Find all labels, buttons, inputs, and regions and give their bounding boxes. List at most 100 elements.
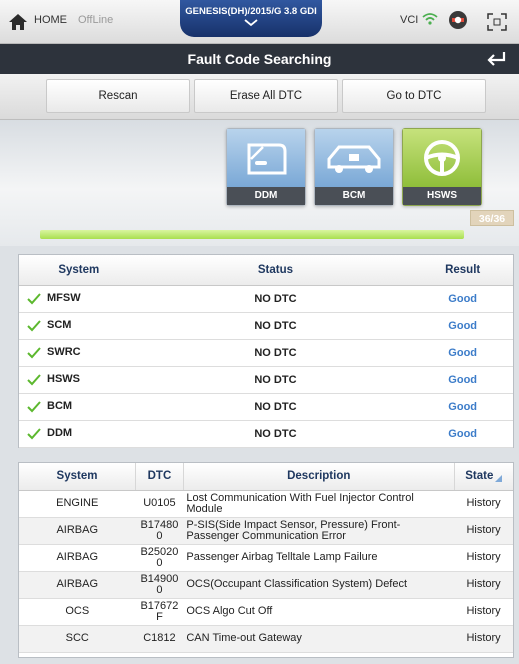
system-row[interactable]: SCM NO DTC Good bbox=[19, 312, 513, 340]
result-cell: Good bbox=[412, 393, 513, 421]
vehicle-name: GENESIS(DH)/2015/G 3.8 GDI bbox=[185, 6, 317, 17]
scan-progress-bar bbox=[40, 230, 464, 239]
dtc-row[interactable]: AIRBAG B174800 P-SIS(Side Impact Sensor, P… bbox=[19, 517, 513, 545]
system-tile-bcm[interactable]: BCM bbox=[314, 128, 394, 206]
connection-status: OffLine bbox=[78, 14, 114, 26]
sort-icon bbox=[495, 475, 503, 483]
dtc-description-cell: OCS Algo Cut Off bbox=[183, 598, 455, 626]
column-header-result[interactable]: Result bbox=[412, 255, 513, 286]
fullscreen-icon[interactable] bbox=[486, 12, 508, 32]
column-header-system[interactable]: System bbox=[19, 255, 139, 286]
dtc-code-cell: U0105 bbox=[135, 490, 184, 518]
system-name: SCM bbox=[47, 319, 72, 332]
system-tile-label: HSWS bbox=[403, 187, 481, 205]
system-cell: SCM bbox=[19, 312, 139, 340]
dtc-system-cell: AIRBAG bbox=[19, 571, 136, 599]
dtc-code-cell: B17672F bbox=[135, 598, 184, 626]
dtc-row[interactable]: ENGINE U0105 Lost Communication With Fuel … bbox=[19, 490, 513, 518]
dtc-row[interactable]: SCC C1812 CAN Time-out Gateway History bbox=[19, 625, 513, 653]
system-status-panel: System Status Result MFSW NO DTC Good SCM NO… bbox=[18, 254, 514, 448]
dtc-row[interactable]: OCS B17672F OCS Algo Cut Off History bbox=[19, 598, 513, 626]
system-tile-hsws[interactable]: HSWS bbox=[402, 128, 482, 206]
system-name: SWRC bbox=[47, 346, 81, 359]
dtc-row[interactable]: AIRBAG B149000 OCS(Occupant Classification… bbox=[19, 571, 513, 599]
result-cell: Good bbox=[412, 285, 513, 313]
system-row[interactable]: SWRC NO DTC Good bbox=[19, 339, 513, 367]
dtc-list-panel: System DTC Description State ENGINE U0105… bbox=[18, 462, 514, 658]
system-icon-strip: DDM BCM HSWS 36/36 bbox=[0, 120, 519, 246]
system-cell: MFSW bbox=[19, 285, 139, 313]
go-to-dtc-button[interactable]: Go to DTC bbox=[342, 79, 486, 113]
system-tile-label: BCM bbox=[315, 187, 393, 205]
vehicle-selector[interactable]: GENESIS(DH)/2015/G 3.8 GDI bbox=[180, 0, 322, 37]
column-header-state[interactable]: State bbox=[454, 463, 513, 491]
check-icon bbox=[27, 292, 41, 305]
dtc-state-cell: History bbox=[454, 544, 513, 572]
vci-device-icon[interactable] bbox=[447, 9, 469, 31]
dtc-state-cell: History bbox=[454, 598, 513, 626]
steering-wheel-icon bbox=[424, 140, 460, 176]
system-table-header: System Status Result bbox=[19, 255, 513, 286]
system-tile-ddm[interactable]: DDM bbox=[226, 128, 306, 206]
check-icon bbox=[27, 319, 41, 332]
chevron-down-icon bbox=[244, 19, 258, 27]
check-icon bbox=[27, 427, 41, 440]
dtc-state-cell: History bbox=[454, 571, 513, 599]
back-arrow-icon[interactable] bbox=[482, 48, 512, 70]
column-header-dtc[interactable]: DTC bbox=[135, 463, 184, 491]
column-header-description[interactable]: Description bbox=[183, 463, 455, 491]
system-cell: SWRC bbox=[19, 339, 139, 367]
dtc-table-header: System DTC Description State bbox=[19, 463, 513, 491]
status-cell: NO DTC bbox=[138, 339, 413, 367]
result-cell: Good bbox=[412, 366, 513, 394]
check-icon bbox=[27, 346, 41, 359]
scan-progress-fill bbox=[40, 230, 464, 239]
system-name: DDM bbox=[47, 427, 73, 440]
home-label[interactable]: HOME bbox=[34, 14, 67, 26]
dtc-system-cell: AIRBAG bbox=[19, 544, 136, 572]
wifi-icon bbox=[422, 13, 438, 25]
system-tile-label: DDM bbox=[227, 187, 305, 205]
check-icon bbox=[27, 373, 41, 386]
column-header-system[interactable]: System bbox=[19, 463, 137, 491]
system-row[interactable]: MFSW NO DTC Good bbox=[19, 285, 513, 313]
system-name: BCM bbox=[47, 400, 73, 413]
system-row[interactable]: HSWS NO DTC Good bbox=[19, 366, 513, 394]
system-cell: DDM bbox=[19, 420, 139, 448]
result-cell: Good bbox=[412, 339, 513, 367]
progress-count: 36/36 bbox=[470, 210, 514, 226]
action-bar: Rescan Erase All DTC Go to DTC bbox=[0, 74, 519, 120]
title-bar: Fault Code Searching bbox=[0, 44, 519, 74]
dtc-system-cell: AIRBAG bbox=[19, 517, 136, 545]
dtc-description-cell: CAN Time-out Gateway bbox=[183, 625, 455, 653]
system-cell: BCM bbox=[19, 393, 139, 421]
system-name: MFSW bbox=[47, 292, 81, 305]
dtc-code-cell: B149000 bbox=[135, 571, 184, 599]
status-cell: NO DTC bbox=[138, 420, 413, 448]
dtc-system-cell: OCS bbox=[19, 598, 136, 626]
system-row[interactable]: DDM NO DTC Good bbox=[19, 420, 513, 448]
status-cell: NO DTC bbox=[138, 285, 413, 313]
column-header-status[interactable]: Status bbox=[138, 255, 413, 286]
system-name: HSWS bbox=[47, 373, 80, 386]
status-cell: NO DTC bbox=[138, 393, 413, 421]
page-title: Fault Code Searching bbox=[187, 51, 332, 67]
dtc-row[interactable]: AIRBAG B250200 Passenger Airbag Telltale L… bbox=[19, 544, 513, 572]
home-icon[interactable] bbox=[8, 12, 28, 32]
erase-all-dtc-button[interactable]: Erase All DTC bbox=[194, 79, 338, 113]
dtc-code-cell: C1812 bbox=[135, 625, 184, 653]
status-cell: NO DTC bbox=[138, 312, 413, 340]
system-cell: HSWS bbox=[19, 366, 139, 394]
rescan-button[interactable]: Rescan bbox=[46, 79, 190, 113]
dtc-state-cell: History bbox=[454, 490, 513, 518]
top-status-bar: HOME OffLine GENESIS(DH)/2015/G 3.8 GDI … bbox=[0, 0, 519, 44]
dtc-state-cell: History bbox=[454, 625, 513, 653]
dtc-system-cell: SCC bbox=[19, 625, 136, 653]
dtc-description-cell: Lost Communication With Fuel Injector Co… bbox=[183, 490, 455, 518]
system-row[interactable]: BCM NO DTC Good bbox=[19, 393, 513, 421]
dtc-system-cell: ENGINE bbox=[19, 490, 136, 518]
dtc-description-cell: OCS(Occupant Classification System) Defe… bbox=[183, 571, 455, 599]
car-body-icon bbox=[327, 145, 381, 173]
dtc-state-cell: History bbox=[454, 517, 513, 545]
state-header-label: State bbox=[465, 470, 494, 483]
